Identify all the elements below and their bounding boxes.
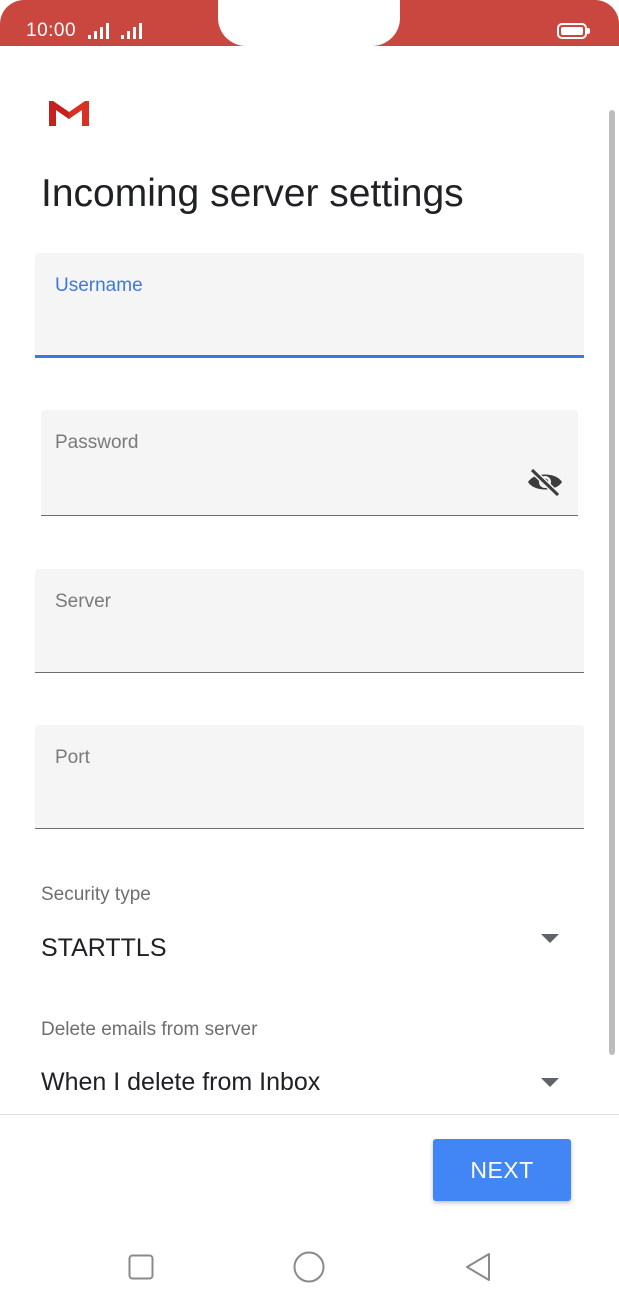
back-icon[interactable]: [464, 1252, 492, 1282]
scrollbar[interactable]: [609, 110, 615, 1055]
display-notch: [218, 0, 400, 46]
status-bar: 10:00: [0, 0, 619, 46]
delete-emails-label: Delete emails from server: [41, 1019, 258, 1040]
status-time: 10:00: [26, 20, 77, 41]
username-field[interactable]: Username: [35, 253, 584, 358]
server-label: Server: [55, 591, 111, 612]
delete-emails-dropdown[interactable]: When I delete from Inbox: [35, 1056, 584, 1112]
navigation-bar: [0, 1226, 619, 1308]
port-label: Port: [55, 747, 90, 768]
password-field[interactable]: Password: [41, 410, 578, 516]
next-button[interactable]: NEXT: [433, 1139, 571, 1201]
delete-emails-value: When I delete from Inbox: [41, 1068, 321, 1096]
server-field[interactable]: Server: [35, 569, 584, 673]
port-underline: [35, 828, 584, 829]
battery-icon: [557, 23, 590, 39]
eye-off-icon[interactable]: [526, 467, 564, 497]
password-label: Password: [55, 432, 139, 453]
page-title: Incoming server settings: [41, 172, 464, 215]
signal-icon: [121, 23, 142, 39]
security-type-dropdown[interactable]: STARTTLS: [35, 920, 584, 978]
chevron-down-icon: [541, 1078, 559, 1087]
security-type-value: STARTTLS: [41, 934, 167, 962]
username-underline: [35, 355, 584, 358]
security-type-label: Security type: [41, 884, 151, 905]
signal-icon: [88, 23, 109, 39]
username-label: Username: [55, 275, 143, 296]
password-underline: [41, 515, 578, 516]
gmail-icon: [49, 100, 89, 126]
action-bar-divider: [0, 1114, 619, 1115]
port-field[interactable]: Port: [35, 725, 584, 829]
server-underline: [35, 672, 584, 673]
recents-icon[interactable]: [128, 1254, 154, 1280]
chevron-down-icon: [541, 934, 559, 943]
home-icon[interactable]: [293, 1251, 325, 1283]
